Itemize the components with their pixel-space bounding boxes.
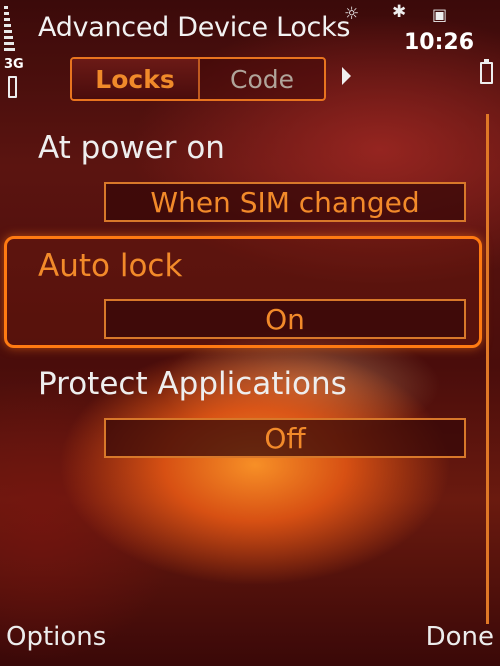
setting-value-protect-applications[interactable]: Off bbox=[104, 418, 466, 458]
alarm-icon: ☼ bbox=[344, 4, 360, 24]
setting-label-protect-applications: Protect Applications bbox=[38, 366, 347, 402]
setting-value-auto-lock[interactable]: On bbox=[104, 299, 466, 339]
network-type-label: 3G bbox=[4, 57, 24, 72]
setting-value-at-power-on[interactable]: When SIM changed bbox=[104, 182, 466, 222]
tab-locks[interactable]: Locks bbox=[72, 59, 200, 99]
scrollbar[interactable] bbox=[486, 114, 489, 624]
page-title: Advanced Device Locks bbox=[38, 12, 351, 43]
bluetooth-icon: ✱ bbox=[392, 2, 407, 22]
done-softkey[interactable]: Done bbox=[426, 622, 494, 652]
tab-next-arrow-icon[interactable] bbox=[342, 67, 351, 85]
tab-bar: Locks Code bbox=[70, 57, 326, 101]
clock-time: 10:26 bbox=[404, 30, 475, 55]
options-softkey[interactable]: Options bbox=[6, 622, 106, 652]
battery-icon bbox=[480, 59, 493, 84]
tab-code[interactable]: Code bbox=[200, 59, 324, 99]
keyboard-icon: ▣ bbox=[432, 5, 448, 24]
setting-label-at-power-on: At power on bbox=[38, 130, 225, 166]
screen: 3G Advanced Device Locks ☼ ✱ ▣ 10:26 Loc… bbox=[0, 0, 500, 666]
signal-level-icon bbox=[8, 76, 17, 98]
signal-strength-icon bbox=[4, 4, 20, 64]
setting-label-auto-lock: Auto lock bbox=[38, 248, 183, 284]
